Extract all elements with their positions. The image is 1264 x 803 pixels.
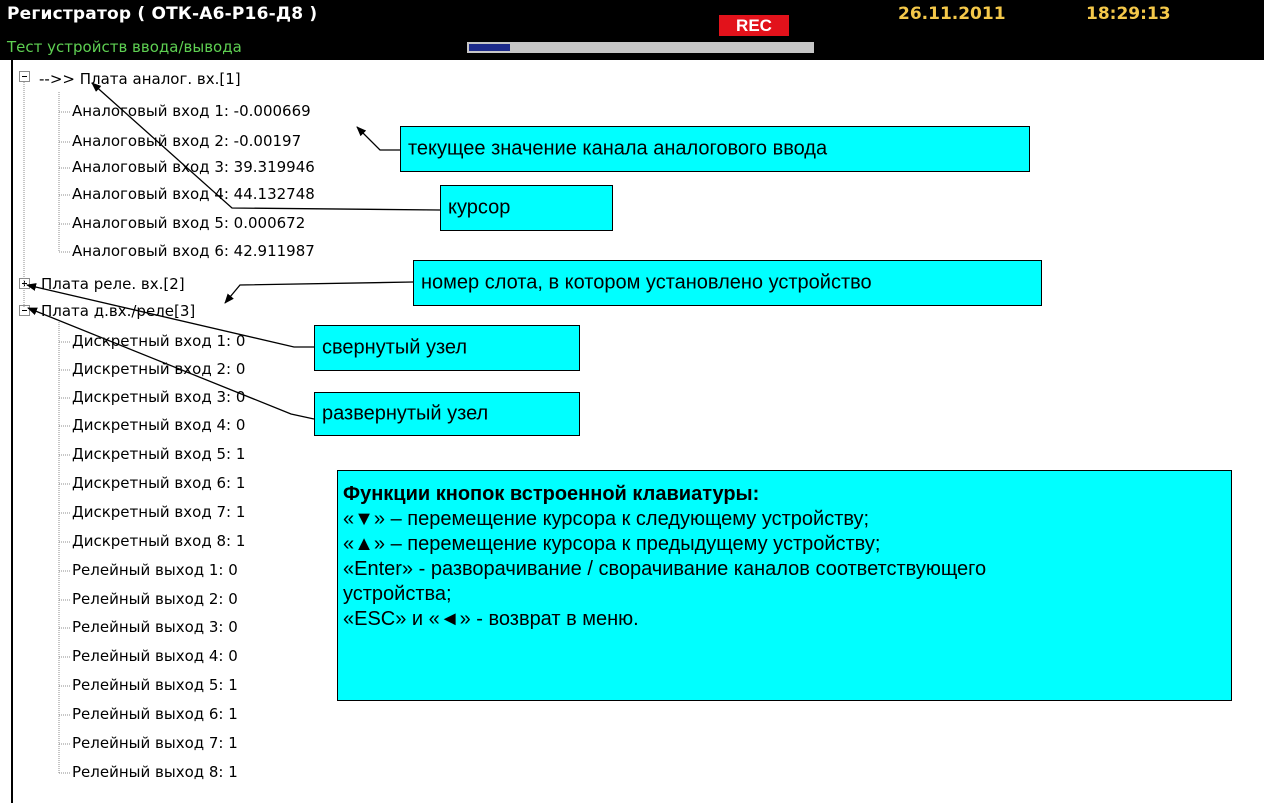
callout-expanded-node: развернутый узел bbox=[314, 392, 580, 436]
keyboard-help-box: Функции кнопок встроенной клавиатуры: «▼… bbox=[337, 470, 1232, 701]
callout-current-value: текущее значение канала аналогового ввод… bbox=[400, 126, 1030, 172]
callout-text: текущее значение канала аналогового ввод… bbox=[408, 137, 828, 160]
callout-text: свернутый узел bbox=[322, 336, 468, 359]
callout-text: номер слота, в котором установлено устро… bbox=[421, 271, 872, 294]
arrow-slot-number bbox=[224, 281, 414, 304]
help-line: «▲» – перемещение курсора к предыдущему … bbox=[343, 533, 881, 555]
arrow-collapsed-node bbox=[26, 283, 314, 348]
callout-cursor: курсор bbox=[440, 185, 613, 231]
help-title: Функции кнопок встроенной клавиатуры: bbox=[343, 483, 760, 505]
arrow-current-value bbox=[356, 126, 400, 151]
help-line: «▼» – перемещение курсора к следующему у… bbox=[343, 508, 870, 530]
tree-connectors bbox=[23, 82, 70, 774]
callout-text: курсор bbox=[448, 196, 511, 219]
callout-slot-number: номер слота, в котором установлено устро… bbox=[413, 260, 1042, 306]
help-line: «ESC» и «◄» - возврат в меню. bbox=[343, 608, 639, 630]
help-line: «Enter» - разворачивание / сворачивание … bbox=[343, 558, 987, 580]
arrow-cursor bbox=[91, 82, 441, 211]
callout-text: развернутый узел bbox=[322, 402, 489, 425]
arrow-expanded-node bbox=[27, 307, 315, 420]
callout-collapsed-node: свернутый узел bbox=[314, 325, 580, 371]
help-line: устройства; bbox=[343, 583, 452, 605]
